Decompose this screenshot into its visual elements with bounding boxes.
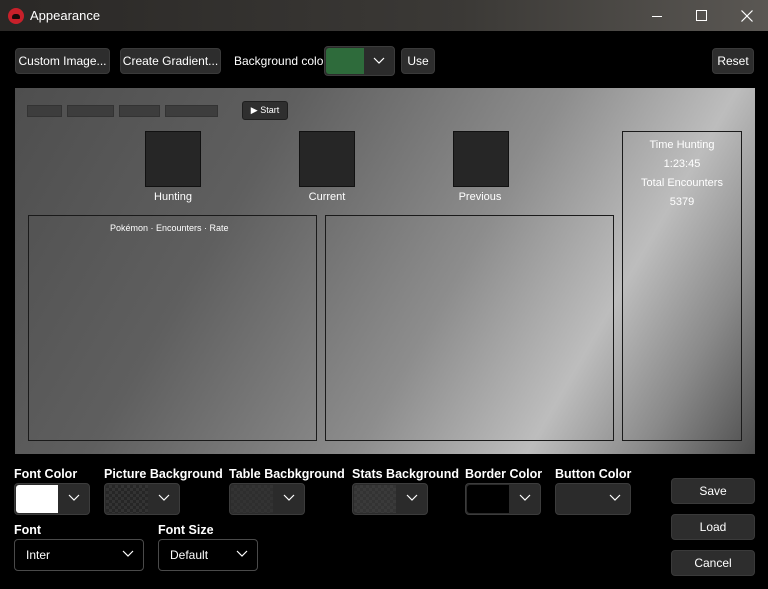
layout-preview: ▶ Start Hunting Current Previous Pokémon… bbox=[15, 88, 755, 454]
load-button[interactable]: Load bbox=[671, 514, 755, 540]
chevron-down-icon bbox=[406, 494, 418, 501]
close-icon bbox=[741, 9, 753, 22]
font-color-picker[interactable] bbox=[14, 483, 90, 515]
preview-tab bbox=[119, 105, 160, 117]
button-color-swatch bbox=[557, 485, 599, 513]
encounters-table-preview: Pokémon · Encounters · Rate bbox=[28, 215, 317, 441]
previous-picture bbox=[453, 131, 509, 187]
hunting-picture bbox=[145, 131, 201, 187]
picture-background-picker[interactable] bbox=[104, 483, 180, 515]
cancel-button[interactable]: Cancel bbox=[671, 550, 755, 576]
total-encounters-value: 5379 bbox=[669, 196, 695, 208]
stats-background-picker[interactable] bbox=[352, 483, 428, 515]
preview-tab bbox=[165, 105, 218, 117]
font-size-select-value: Default bbox=[170, 548, 209, 562]
stats-background-label: Stats Background bbox=[352, 467, 459, 481]
current-caption: Current bbox=[308, 191, 346, 203]
background-color-picker[interactable] bbox=[324, 46, 395, 76]
border-color-picker[interactable] bbox=[465, 483, 541, 515]
button-color-picker[interactable] bbox=[555, 483, 631, 515]
border-color-swatch bbox=[467, 485, 509, 513]
maximize-icon bbox=[695, 10, 707, 21]
reset-button[interactable]: Reset bbox=[712, 48, 754, 74]
chevron-down-icon bbox=[609, 494, 621, 501]
table-background-swatch bbox=[231, 485, 273, 513]
chevron-down-icon bbox=[158, 494, 170, 501]
maximize-button[interactable] bbox=[678, 0, 724, 31]
current-picture bbox=[299, 131, 355, 187]
minimize-button[interactable] bbox=[634, 0, 680, 31]
font-color-swatch bbox=[16, 485, 58, 513]
table-background-picker[interactable] bbox=[229, 483, 305, 515]
font-select[interactable]: Inter bbox=[14, 539, 144, 571]
font-size-label: Font Size bbox=[158, 523, 214, 537]
custom-image-button[interactable]: Custom Image... bbox=[15, 48, 110, 74]
button-color-label: Button Color bbox=[555, 467, 632, 481]
secondary-table-preview bbox=[325, 215, 614, 441]
font-label: Font bbox=[14, 523, 42, 537]
font-color-label: Font Color bbox=[14, 467, 78, 481]
stats-panel-preview: Time Hunting 1:23:45 Total Encounters 53… bbox=[622, 131, 742, 441]
hunting-caption: Hunting bbox=[154, 191, 192, 203]
background-color-label: Background color bbox=[234, 54, 328, 68]
picture-background-label: Picture Background bbox=[104, 467, 223, 481]
background-color-swatch bbox=[326, 48, 364, 74]
chevron-down-icon bbox=[122, 550, 134, 557]
previous-caption: Previous bbox=[458, 191, 502, 203]
save-button[interactable]: Save bbox=[671, 478, 755, 504]
chevron-down-icon bbox=[283, 494, 295, 501]
create-gradient-button[interactable]: Create Gradient... bbox=[120, 48, 221, 74]
app-logo-icon bbox=[8, 8, 24, 24]
font-select-value: Inter bbox=[26, 548, 51, 562]
table-header: Pokémon · Encounters · Rate bbox=[110, 223, 229, 233]
total-encounters-label: Total Encounters bbox=[641, 177, 723, 189]
preview-tab bbox=[67, 105, 114, 117]
time-hunting-label: Time Hunting bbox=[649, 139, 715, 151]
title-bar: Appearance bbox=[0, 0, 768, 31]
chevron-down-icon bbox=[236, 550, 248, 557]
chevron-down-icon bbox=[373, 57, 385, 64]
close-button[interactable] bbox=[724, 0, 768, 31]
preview-start-button: ▶ Start bbox=[242, 101, 288, 120]
time-hunting-value: 1:23:45 bbox=[663, 158, 701, 170]
stats-background-swatch bbox=[354, 485, 396, 513]
font-size-select[interactable]: Default bbox=[158, 539, 258, 571]
minimize-icon bbox=[652, 15, 662, 17]
border-color-label: Border Color bbox=[465, 467, 543, 481]
preview-tab bbox=[27, 105, 62, 117]
use-button[interactable]: Use bbox=[401, 48, 435, 74]
picture-background-swatch bbox=[106, 485, 148, 513]
window-title: Appearance bbox=[30, 8, 101, 23]
chevron-down-icon bbox=[519, 494, 531, 501]
chevron-down-icon bbox=[68, 494, 80, 501]
table-background-label: Table Bacbkground bbox=[229, 467, 345, 481]
